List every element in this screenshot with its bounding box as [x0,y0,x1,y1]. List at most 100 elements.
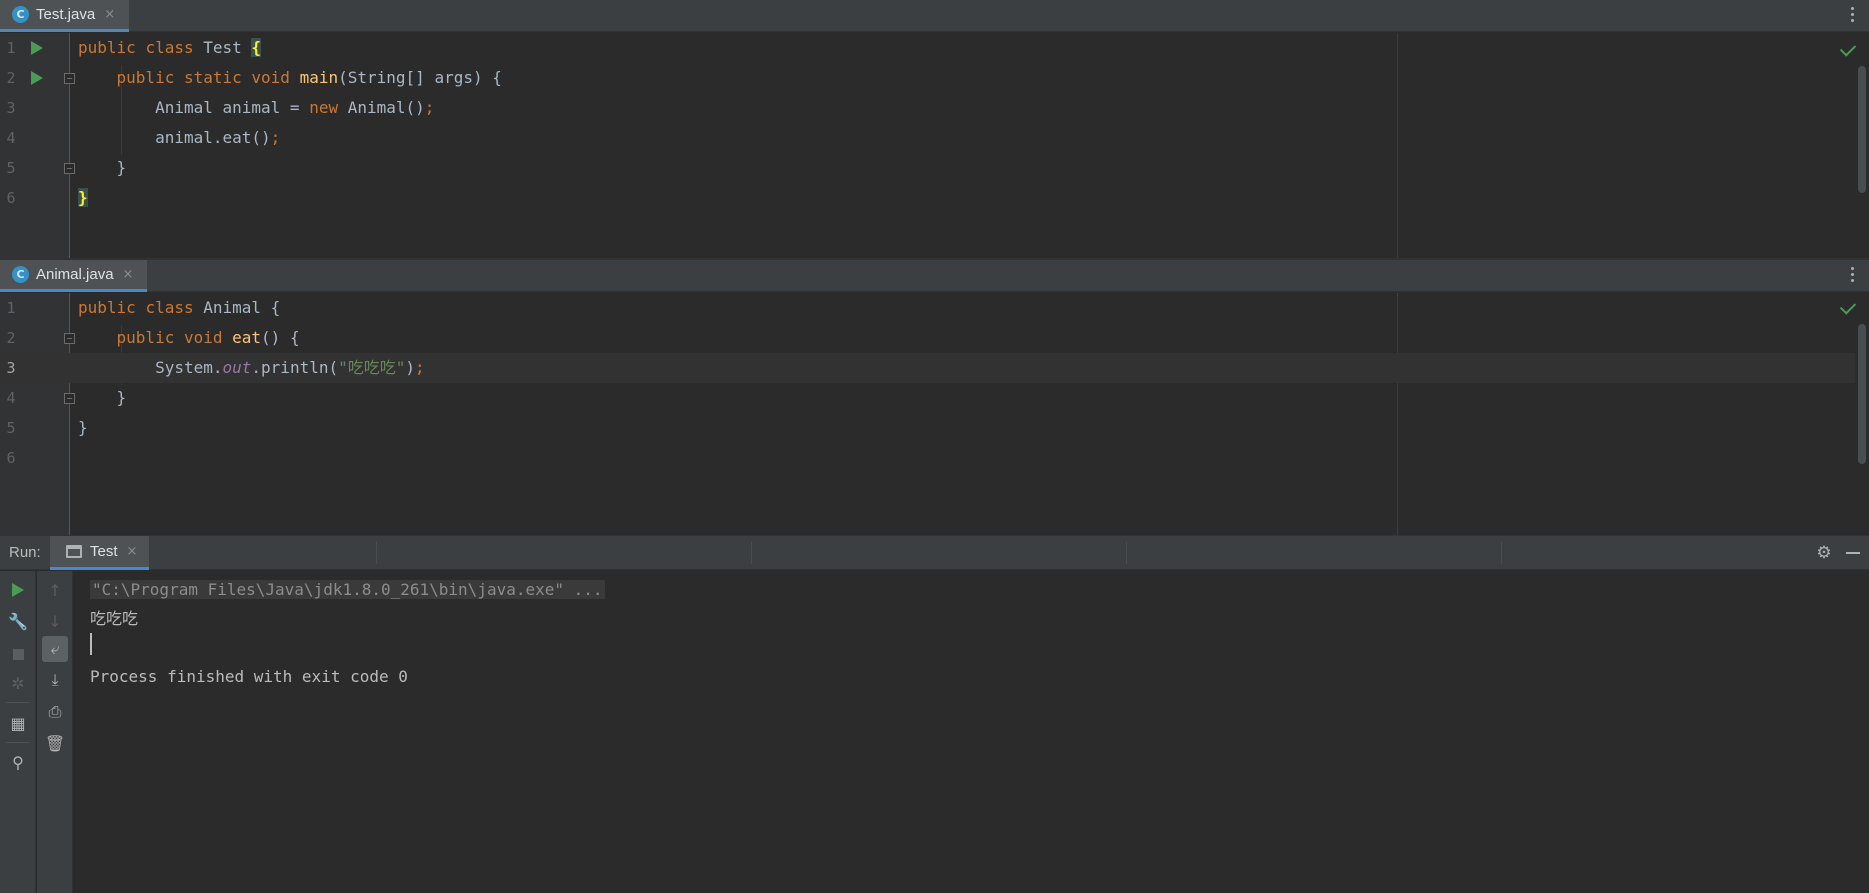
scroll-to-end-icon[interactable]: ⤓ [42,667,68,693]
code-token: ; [270,128,281,147]
code-token: out [222,358,252,377]
code-token: (String[] args) { [338,68,502,87]
code-text: } [78,183,88,213]
debug-bug-icon[interactable]: ✲ [5,670,31,696]
code-text: public static void main(String[] args) { [78,63,502,93]
fold-marker-icon[interactable] [64,163,75,174]
code-line[interactable]: 1 public class Animal { [0,293,1855,323]
code-token: public [116,68,184,87]
code-token: } [78,418,88,437]
tab-label: Test.java [36,6,96,23]
line-number: 3 [6,359,16,377]
code-token: void [251,68,300,87]
code-token: Test [203,38,252,57]
code-token: eat [232,328,262,347]
code-token: Animal() [347,98,425,117]
run-tab-test[interactable]: Test × [50,536,150,570]
tab-animal-java[interactable]: C Animal.java × [0,260,148,292]
console-output[interactable]: "C:\Program Files\Java\jdk1.8.0_261\bin\… [74,571,1869,893]
java-class-icon: C [12,266,29,283]
gear-icon[interactable]: ⚙ [1815,544,1833,562]
line-number: 6 [6,189,16,207]
line-number: 1 [6,299,16,317]
header-divider [751,542,752,564]
code-token: Animal animal = [78,98,310,117]
close-icon[interactable]: × [104,7,115,22]
code-line[interactable]: 4 } [0,383,1855,413]
code-text: animal.eat(); [78,123,280,153]
code-line[interactable]: 5 } [0,153,1855,183]
code-line[interactable]: 6} [0,183,1855,213]
run-gutter-icon[interactable] [31,41,43,55]
trash-icon[interactable]: 🗑 [42,730,68,756]
code-line[interactable]: 2 public static void main(String[] args)… [0,63,1855,93]
code-token: ) [405,358,416,377]
code-token: System. [78,358,223,377]
editor-tabbar: C Animal.java × [0,260,1869,292]
line-number: 2 [6,329,16,347]
code-text: System.out.println("吃吃吃"); [78,353,425,383]
more-options-icon[interactable] [1851,267,1855,285]
code-token: { [251,38,262,57]
header-divider [1501,542,1502,564]
console-command-line: "C:\Program Files\Java\jdk1.8.0_261\bin\… [90,575,605,605]
code-token: public [78,298,146,317]
code-token: .println( [251,358,339,377]
fold-marker-icon[interactable] [64,333,75,344]
print-icon[interactable]: ⎙ [42,699,68,725]
editor-animal-java[interactable]: C Animal.java × 1 public class Animal {2 … [0,260,1869,535]
stop-icon[interactable] [5,641,31,667]
line-number: 4 [6,389,16,407]
line-number: 5 [6,159,16,177]
code-token: animal.eat() [78,128,271,147]
code-token: } [78,158,127,177]
more-options-icon[interactable] [1851,7,1855,25]
java-class-icon: C [12,6,29,23]
soft-wrap-icon[interactable]: ⤶ [42,636,68,662]
code-token: ; [424,98,435,117]
down-arrow-icon[interactable]: ↓ [42,608,68,634]
code-line[interactable]: 5} [0,413,1855,443]
editor-test-java[interactable]: C Test.java × 1 public class Test {2 publ… [0,0,1869,258]
code-line[interactable]: 3 Animal animal = new Animal(); [0,93,1855,123]
code-token: () { [261,328,300,347]
scrollbar-thumb[interactable] [1858,66,1866,193]
run-gutter-icon[interactable] [31,71,43,85]
code-text: } [78,413,88,443]
toolbar-separator [6,702,30,703]
layout-icon[interactable]: ▦ [5,710,31,736]
close-icon[interactable]: × [123,267,134,282]
wrench-icon[interactable]: 🔧 [5,608,31,634]
editor-tabbar: C Test.java × [0,0,1869,32]
fold-marker-icon[interactable] [64,73,75,84]
scrollbar-thumb[interactable] [1858,324,1866,464]
code-text: } [78,383,127,413]
code-token: public [78,38,146,57]
minimize-icon[interactable] [1846,552,1860,554]
code-line[interactable]: 1 public class Test { [0,33,1855,63]
tab-test-java[interactable]: C Test.java × [0,0,130,32]
run-header: Run: Test × ⚙ [0,536,1869,570]
code-token: class [145,298,204,317]
fold-marker-icon[interactable] [64,393,75,404]
line-number: 4 [6,129,16,147]
code-token: main [299,68,339,87]
close-icon[interactable]: × [127,544,138,559]
console-command: "C:\Program Files\Java\jdk1.8.0_261\bin\… [90,580,605,599]
code-line[interactable]: 3 System.out.println("吃吃吃"); [0,353,1855,383]
console-icon [66,545,82,558]
toolbar-separator [6,742,30,743]
line-number: 1 [6,39,16,57]
code-token: void [183,328,233,347]
run-left-toolbar: 🔧 ✲ ▦ ⚲ [0,571,36,893]
code-line[interactable]: 6 [0,443,1855,473]
code-line[interactable]: 4 animal.eat(); [0,123,1855,153]
code-line[interactable]: 2 public void eat() { [0,323,1855,353]
pin-icon[interactable]: ⚲ [5,749,31,775]
rerun-icon[interactable] [5,577,31,603]
code-token: "吃吃吃" [338,358,406,377]
code-token: new [309,98,348,117]
up-arrow-icon[interactable]: ↑ [42,577,68,603]
